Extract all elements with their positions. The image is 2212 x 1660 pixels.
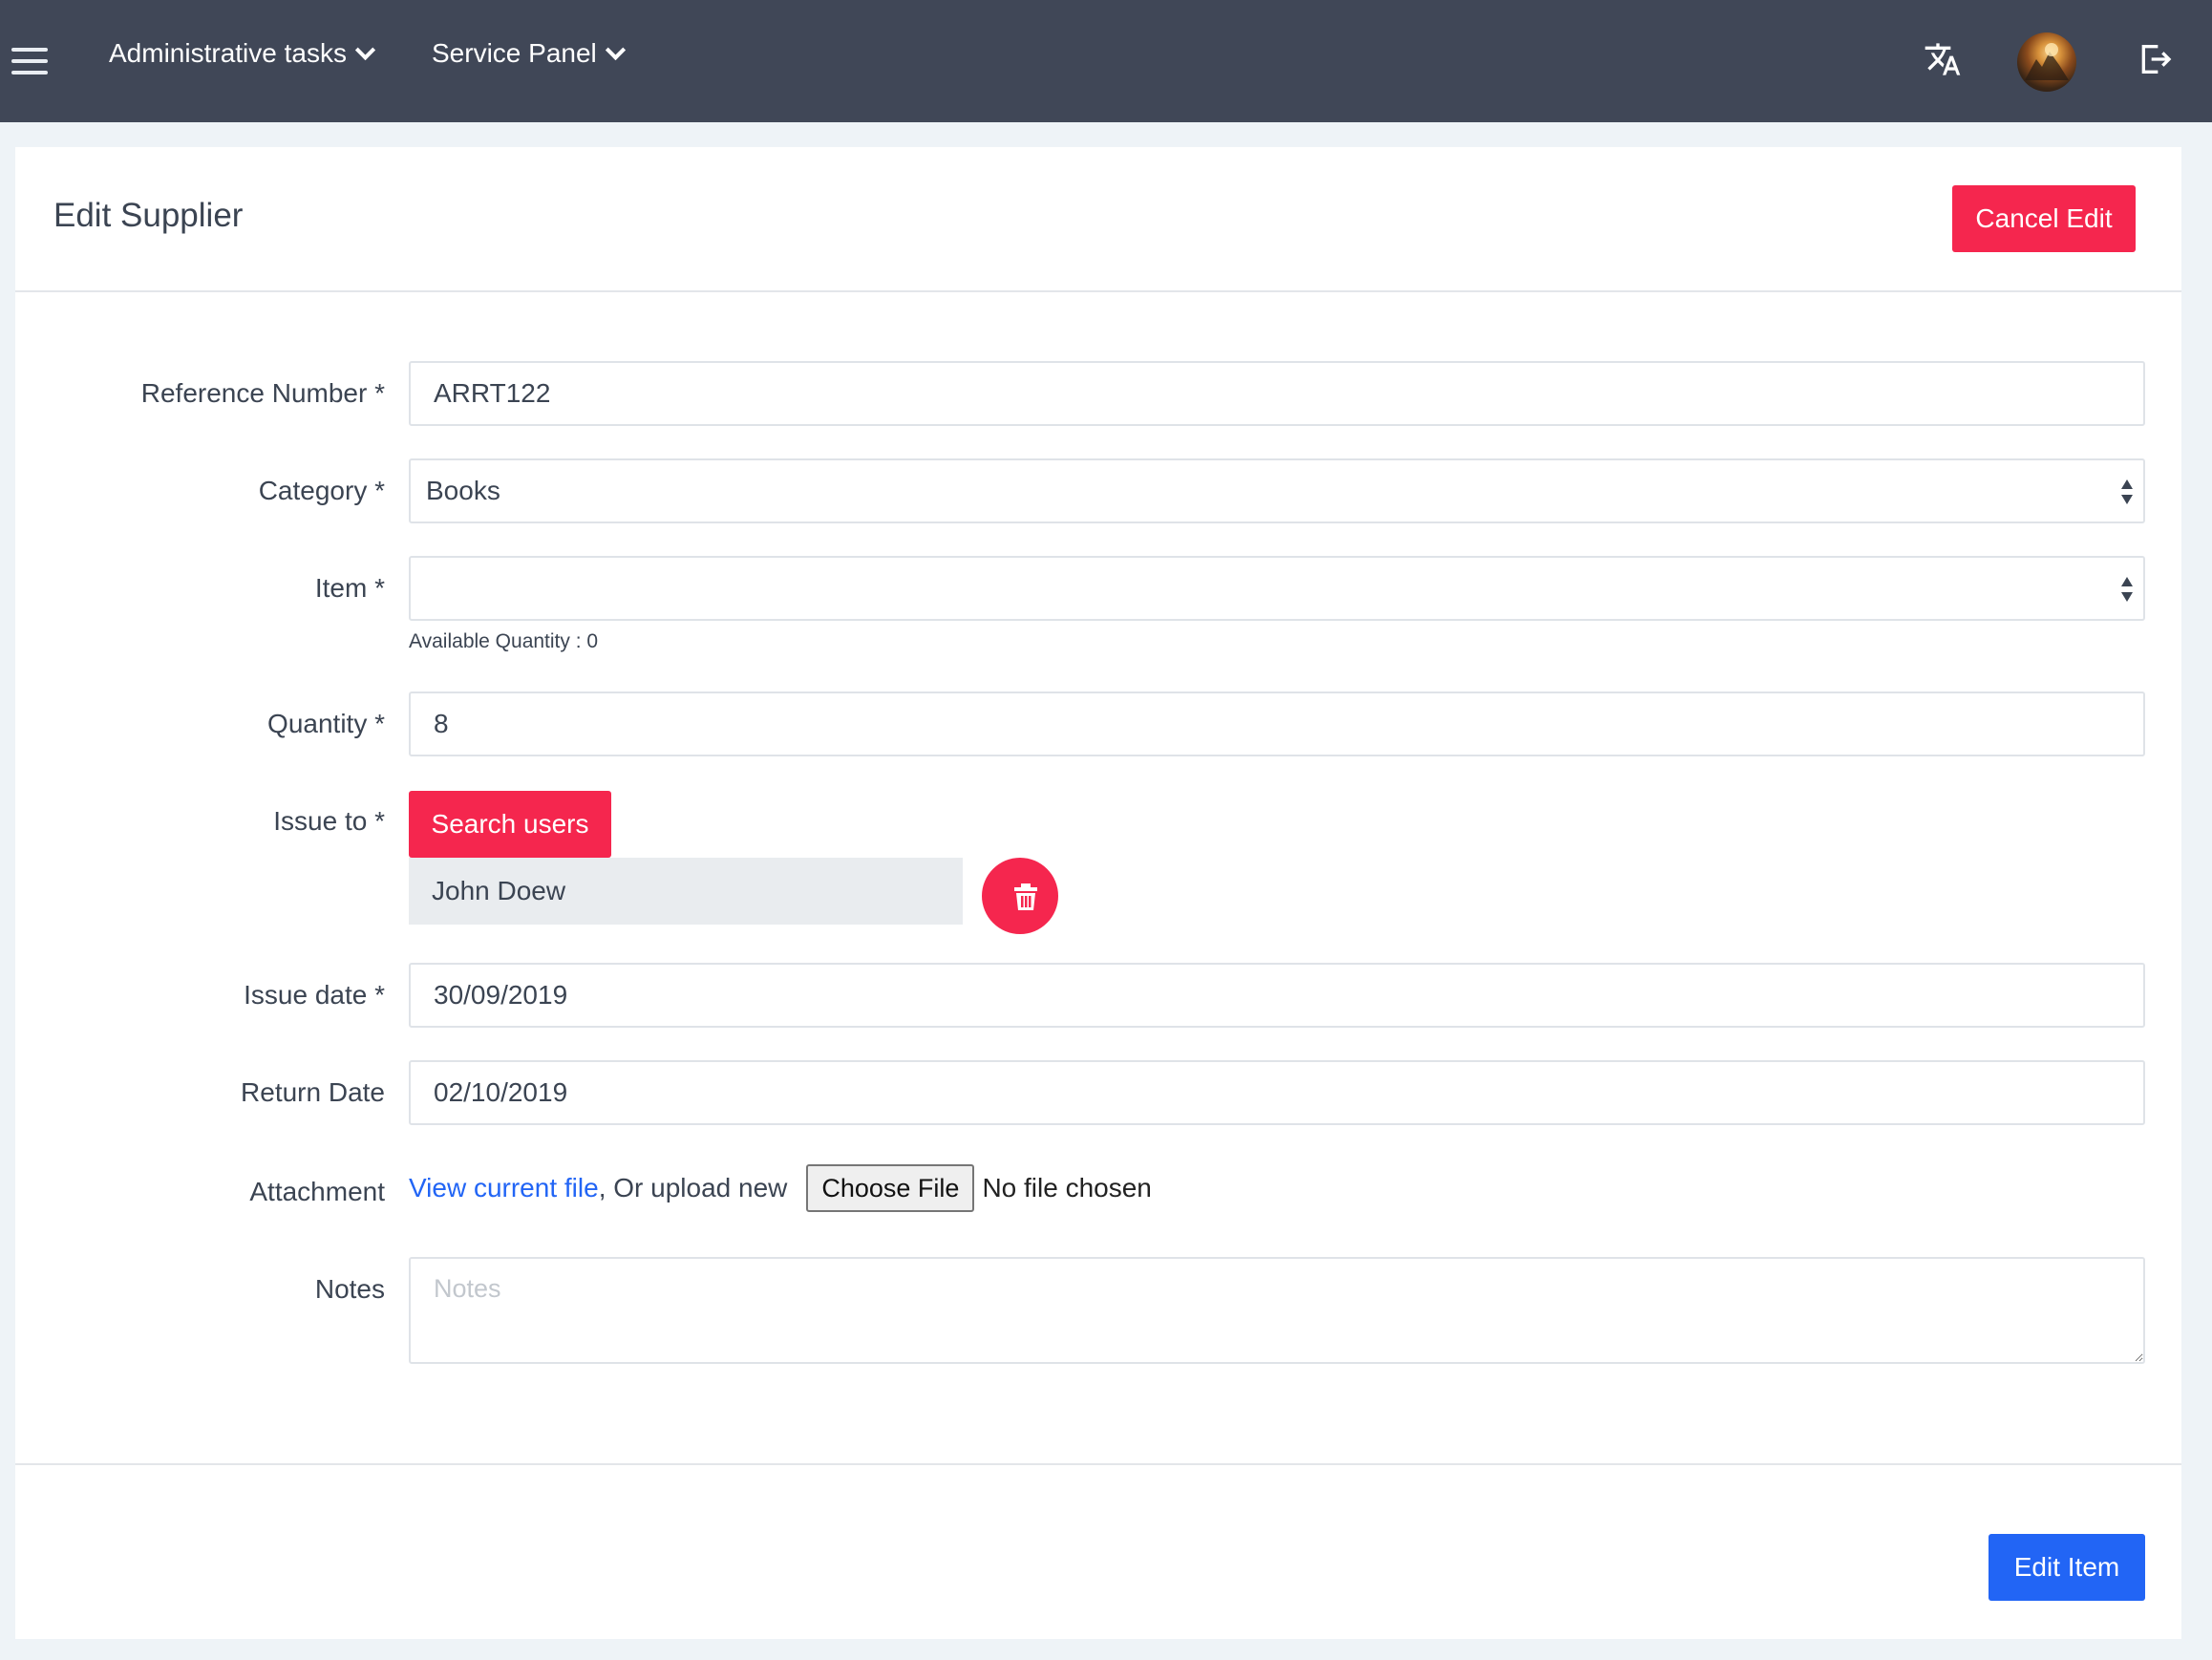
logout-icon[interactable]	[2136, 40, 2174, 83]
choose-file-button[interactable]: Choose File	[806, 1164, 975, 1212]
remove-user-button[interactable]	[982, 858, 1058, 934]
view-current-file-link[interactable]: View current file	[409, 1173, 599, 1203]
user-avatar[interactable]	[2017, 32, 2076, 92]
return-date-input[interactable]: 02/10/2019	[409, 1060, 2145, 1125]
edit-item-button[interactable]: Edit Item	[1989, 1534, 2145, 1601]
reference-number-input[interactable]: ARRT122	[409, 361, 2145, 426]
reference-number-label: Reference Number *	[140, 378, 385, 408]
attachment-row: View current file , Or upload new Choose…	[409, 1163, 1152, 1213]
select-arrows-icon	[2120, 479, 2134, 506]
top-navbar: Administrative tasks Service Panel	[0, 0, 2212, 122]
hamburger-menu-icon[interactable]	[11, 48, 48, 74]
nav-menu-service-panel[interactable]: Service Panel	[432, 38, 626, 69]
quantity-label: Quantity *	[267, 709, 385, 738]
edit-supplier-card: Edit Supplier Cancel Edit Reference Numb…	[15, 147, 2181, 1639]
issue-date-label: Issue date *	[244, 980, 385, 1010]
nav-menu-administrative-tasks[interactable]: Administrative tasks	[109, 38, 376, 69]
card-header: Edit Supplier Cancel Edit	[15, 147, 2181, 292]
search-users-button[interactable]: Search users	[409, 791, 611, 858]
upload-new-text: , Or upload new	[598, 1173, 788, 1202]
quantity-value: 8	[434, 709, 449, 738]
reference-number-value: ARRT122	[434, 378, 551, 408]
selected-user-name: John Doew	[432, 876, 566, 905]
selected-user: John Doew	[409, 858, 963, 925]
item-select[interactable]	[409, 556, 2145, 621]
translate-icon[interactable]	[1924, 40, 1962, 83]
issue-to-label: Issue to *	[273, 806, 385, 836]
item-label: Item *	[314, 573, 385, 603]
chevron-down-icon	[354, 39, 376, 60]
issue-date-value: 30/09/2019	[434, 980, 568, 1010]
select-arrows-icon	[2120, 577, 2134, 604]
cancel-edit-button[interactable]: Cancel Edit	[1952, 185, 2136, 252]
page-title: Edit Supplier	[53, 197, 244, 234]
attachment-label: Attachment	[249, 1177, 385, 1206]
nav-menu-label: Administrative tasks	[109, 38, 347, 68]
nav-menu-label: Service Panel	[432, 38, 597, 68]
available-quantity-text: Available Quantity : 0	[409, 630, 599, 652]
category-label: Category *	[258, 476, 385, 505]
category-select[interactable]: Books	[409, 458, 2145, 523]
notes-textarea[interactable]	[409, 1257, 2145, 1364]
issue-date-input[interactable]: 30/09/2019	[409, 963, 2145, 1028]
footer-divider	[15, 1463, 2181, 1465]
return-date-label: Return Date	[241, 1077, 385, 1107]
no-file-chosen-text: No file chosen	[982, 1173, 1152, 1202]
quantity-input[interactable]: 8	[409, 692, 2145, 756]
chevron-down-icon	[605, 39, 626, 60]
notes-label: Notes	[314, 1274, 385, 1304]
return-date-value: 02/10/2019	[434, 1077, 568, 1107]
category-selected-value: Books	[426, 476, 500, 505]
trash-icon	[1014, 883, 1037, 910]
